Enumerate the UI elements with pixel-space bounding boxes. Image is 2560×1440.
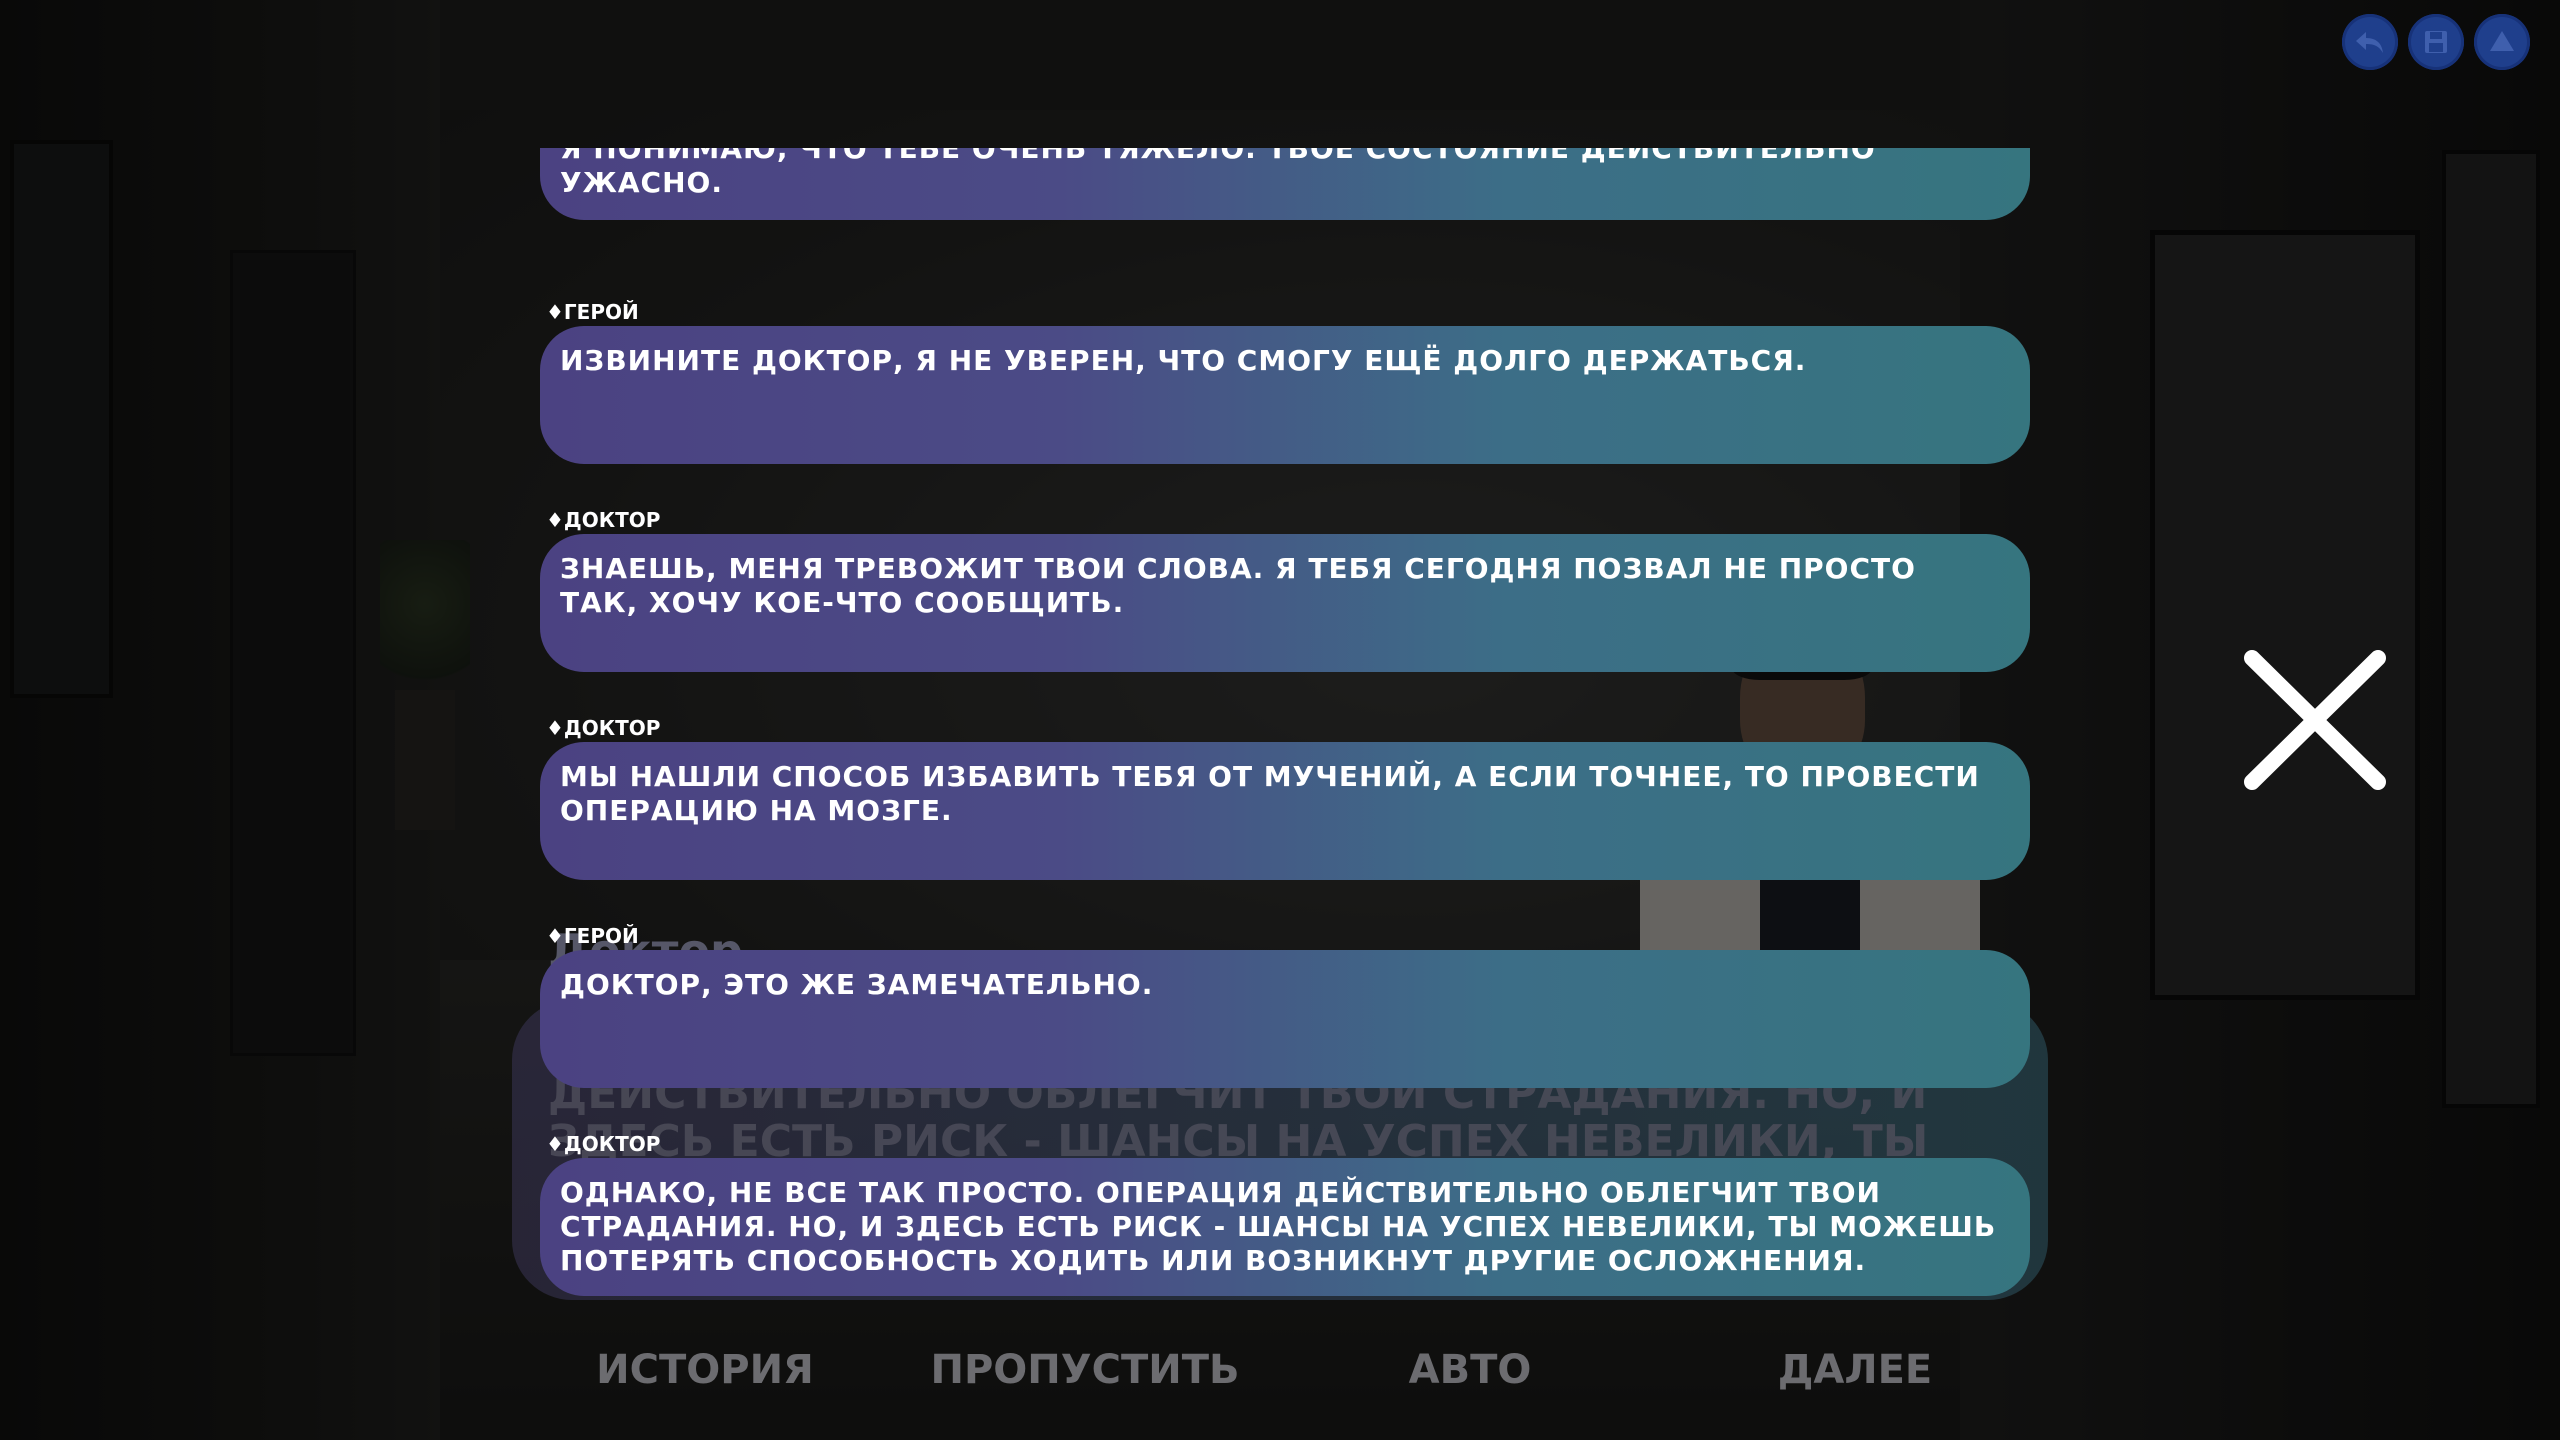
history-text: Знаешь, меня тревожит твои слова. Я тебя… xyxy=(560,552,1916,619)
history-text: Я понимаю, что тебе очень тяжело. Твоё с… xyxy=(560,148,1876,199)
history-speaker: ♦Доктор xyxy=(546,1132,661,1156)
next-button[interactable]: ДАЛЕЕ xyxy=(1770,1340,1940,1400)
history-text: Доктор, это же замечательно. xyxy=(560,968,1154,1001)
history-text: Мы нашли способ избавить тебя от мучений… xyxy=(560,760,1980,827)
skip-button[interactable]: ПРОПУСТИТЬ xyxy=(930,1340,1240,1400)
history-speaker: ♦Герой xyxy=(546,300,639,324)
history-bubble: Извините доктор, я не уверен, что смогу … xyxy=(540,326,2030,464)
save-button[interactable] xyxy=(2408,14,2464,70)
menu-button[interactable] xyxy=(2474,14,2530,70)
history-text: Однако, не все так просто. Операция дейс… xyxy=(560,1176,1997,1277)
history-bubble: Мы нашли способ избавить тебя от мучений… xyxy=(540,742,2030,880)
history-log[interactable]: Я понимаю, что тебе очень тяжело. Твоё с… xyxy=(540,148,2030,1300)
back-button[interactable] xyxy=(2342,14,2398,70)
history-speaker: ♦Доктор xyxy=(546,508,661,532)
history-bubble: Я понимаю, что тебе очень тяжело. Твоё с… xyxy=(540,148,2030,220)
auto-button[interactable]: АВТО xyxy=(1390,1340,1550,1400)
close-icon xyxy=(2244,650,2386,790)
history-text: Извините доктор, я не уверен, что смогу … xyxy=(560,344,1807,377)
close-history-button[interactable] xyxy=(2240,650,2390,790)
history-button[interactable]: ИСТОРИЯ xyxy=(580,1340,830,1400)
floppy-disk-icon xyxy=(2425,31,2447,53)
triangle-up-icon xyxy=(2490,31,2514,51)
history-bubble: Знаешь, меня тревожит твои слова. Я тебя… xyxy=(540,534,2030,672)
history-bubble: Однако, не все так просто. Операция дейс… xyxy=(540,1158,2030,1296)
history-speaker: ♦Герой xyxy=(546,924,639,948)
history-bubble: Доктор, это же замечательно. xyxy=(540,950,2030,1088)
history-speaker: ♦Доктор xyxy=(546,716,661,740)
undo-arrow-icon xyxy=(2356,32,2383,53)
